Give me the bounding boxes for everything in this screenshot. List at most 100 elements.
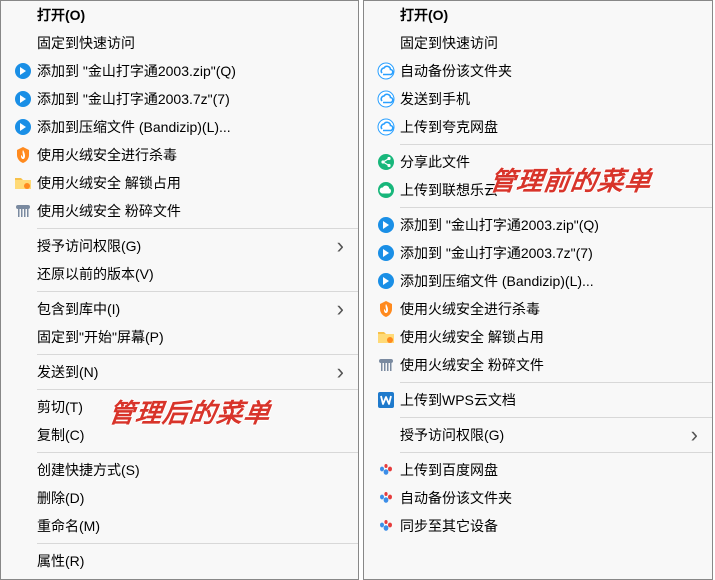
menu-item[interactable]: 自动备份该文件夹 [364,57,712,85]
menu-item[interactable]: 复制(C) [1,421,358,449]
menu-item-label: 重命名(M) [37,516,350,536]
menu-item-label: 添加到压缩文件 (Bandizip)(L)... [37,117,350,137]
menu-item-label: 发送到手机 [400,89,704,109]
menu-item-label: 固定到快速访问 [400,33,704,53]
menu-item[interactable]: 上传到联想乐云 [364,176,712,204]
menu-item[interactable]: 打开(O) [1,1,358,29]
menu-item[interactable]: 使用火绒安全 解锁占用 [1,169,358,197]
menu-item[interactable]: 使用火绒安全 粉碎文件 [1,197,358,225]
menu-item-label: 上传到百度网盘 [400,460,704,480]
menu-item[interactable]: 授予访问权限(G)› [364,421,712,449]
wps-icon [377,391,395,409]
menu-item-label: 固定到"开始"屏幕(P) [37,327,350,347]
chevron-right-icon: › [337,233,350,259]
menu-item[interactable]: 属性(R) [1,547,358,575]
menu-item-label: 打开(O) [37,5,350,25]
menu-item[interactable]: 添加到 "金山打字通2003.7z"(7) [364,239,712,267]
menu-item[interactable]: 同步至其它设备 [364,512,712,540]
menu-item[interactable]: 使用火绒安全进行杀毒 [1,141,358,169]
menu-item[interactable]: 上传到百度网盘 [364,456,712,484]
menu-separator [400,207,712,208]
menu-item-label: 授予访问权限(G) [37,236,337,256]
menu-separator [400,417,712,418]
bz-blue-icon [377,272,395,290]
menu-item-label: 固定到快速访问 [37,33,350,53]
menu-item-label: 使用火绒安全 粉碎文件 [400,355,704,375]
menu-item[interactable]: 固定到"开始"屏幕(P) [1,323,358,351]
bz-blue-icon [14,90,32,108]
menu-item[interactable]: 添加到压缩文件 (Bandizip)(L)... [364,267,712,295]
menu-item[interactable]: 添加到 "金山打字通2003.7z"(7) [1,85,358,113]
menu-separator [37,389,358,390]
menu-separator [37,354,358,355]
menu-item-label: 自动备份该文件夹 [400,61,704,81]
menu-item[interactable]: 发送到手机 [364,85,712,113]
menu-item-label: 使用火绒安全 解锁占用 [37,173,350,193]
menu-item-label: 使用火绒安全 粉碎文件 [37,201,350,221]
menu-item[interactable]: 上传到WPS云文档 [364,386,712,414]
menu-item[interactable]: 固定到快速访问 [364,29,712,57]
chevron-right-icon: › [337,359,350,385]
menu-item-label: 发送到(N) [37,362,337,382]
menu-separator [37,228,358,229]
bz-blue-icon [377,216,395,234]
menu-item-label: 授予访问权限(G) [400,425,691,445]
menu-item[interactable]: 使用火绒安全进行杀毒 [364,295,712,323]
menu-item-label: 删除(D) [37,488,350,508]
chevron-right-icon: › [691,422,704,448]
menu-item[interactable]: 创建快捷方式(S) [1,456,358,484]
menu-item-label: 使用火绒安全进行杀毒 [400,299,704,319]
kuake-icon [377,90,395,108]
huorong-folder-icon [377,328,395,346]
share-green-icon [377,153,395,171]
menu-item[interactable]: 打开(O) [364,1,712,29]
context-menu-after: 打开(O) 固定到快速访问添加到 "金山打字通2003.zip"(Q) 添加到 "金… [0,0,359,580]
kuake-icon [377,118,395,136]
menu-item[interactable]: 添加到 "金山打字通2003.zip"(Q) [364,211,712,239]
menu-item-label: 添加到压缩文件 (Bandizip)(L)... [400,271,704,291]
menu-item-label: 使用火绒安全 解锁占用 [400,327,704,347]
huorong-shield-icon [14,146,32,164]
menu-separator [400,452,712,453]
huorong-shield-icon [377,300,395,318]
menu-item[interactable]: 剪切(T) [1,393,358,421]
menu-item-label: 创建快捷方式(S) [37,460,350,480]
menu-item[interactable]: 上传到夸克网盘 [364,113,712,141]
menu-item-label: 自动备份该文件夹 [400,488,704,508]
huorong-folder-icon [14,174,32,192]
menu-item-label: 属性(R) [37,551,350,571]
bz-blue-icon [377,244,395,262]
chevron-right-icon: › [337,296,350,322]
menu-item[interactable]: 自动备份该文件夹 [364,484,712,512]
menu-item[interactable]: 授予访问权限(G)› [1,232,358,260]
menu-item[interactable]: 分享此文件 [364,148,712,176]
menu-item[interactable]: 包含到库中(I)› [1,295,358,323]
menu-item-label: 添加到 "金山打字通2003.7z"(7) [37,89,350,109]
menu-item[interactable]: 重命名(M) [1,512,358,540]
menu-item-label: 打开(O) [400,5,704,25]
menu-separator [400,144,712,145]
menu-item-label: 上传到联想乐云 [400,180,704,200]
menu-separator [37,452,358,453]
menu-separator [400,382,712,383]
baidu-icon [377,461,395,479]
menu-item[interactable]: 使用火绒安全 粉碎文件 [364,351,712,379]
menu-item-label: 添加到 "金山打字通2003.7z"(7) [400,243,704,263]
menu-item[interactable]: 发送到(N)› [1,358,358,386]
bz-blue-icon [14,62,32,80]
huorong-shred-icon [377,356,395,374]
menu-item-label: 使用火绒安全进行杀毒 [37,145,350,165]
menu-item[interactable]: 固定到快速访问 [1,29,358,57]
menu-item[interactable]: 添加到压缩文件 (Bandizip)(L)... [1,113,358,141]
baidu-icon [377,489,395,507]
menu-item-label: 上传到夸克网盘 [400,117,704,137]
huorong-shred-icon [14,202,32,220]
menu-item[interactable]: 删除(D) [1,484,358,512]
menu-item[interactable]: 添加到 "金山打字通2003.zip"(Q) [1,57,358,85]
menu-item-label: 剪切(T) [37,397,350,417]
menu-item-label: 添加到 "金山打字通2003.zip"(Q) [400,215,704,235]
menu-item-label: 添加到 "金山打字通2003.zip"(Q) [37,61,350,81]
menu-item[interactable]: 使用火绒安全 解锁占用 [364,323,712,351]
menu-item-label: 分享此文件 [400,152,704,172]
menu-item[interactable]: 还原以前的版本(V) [1,260,358,288]
